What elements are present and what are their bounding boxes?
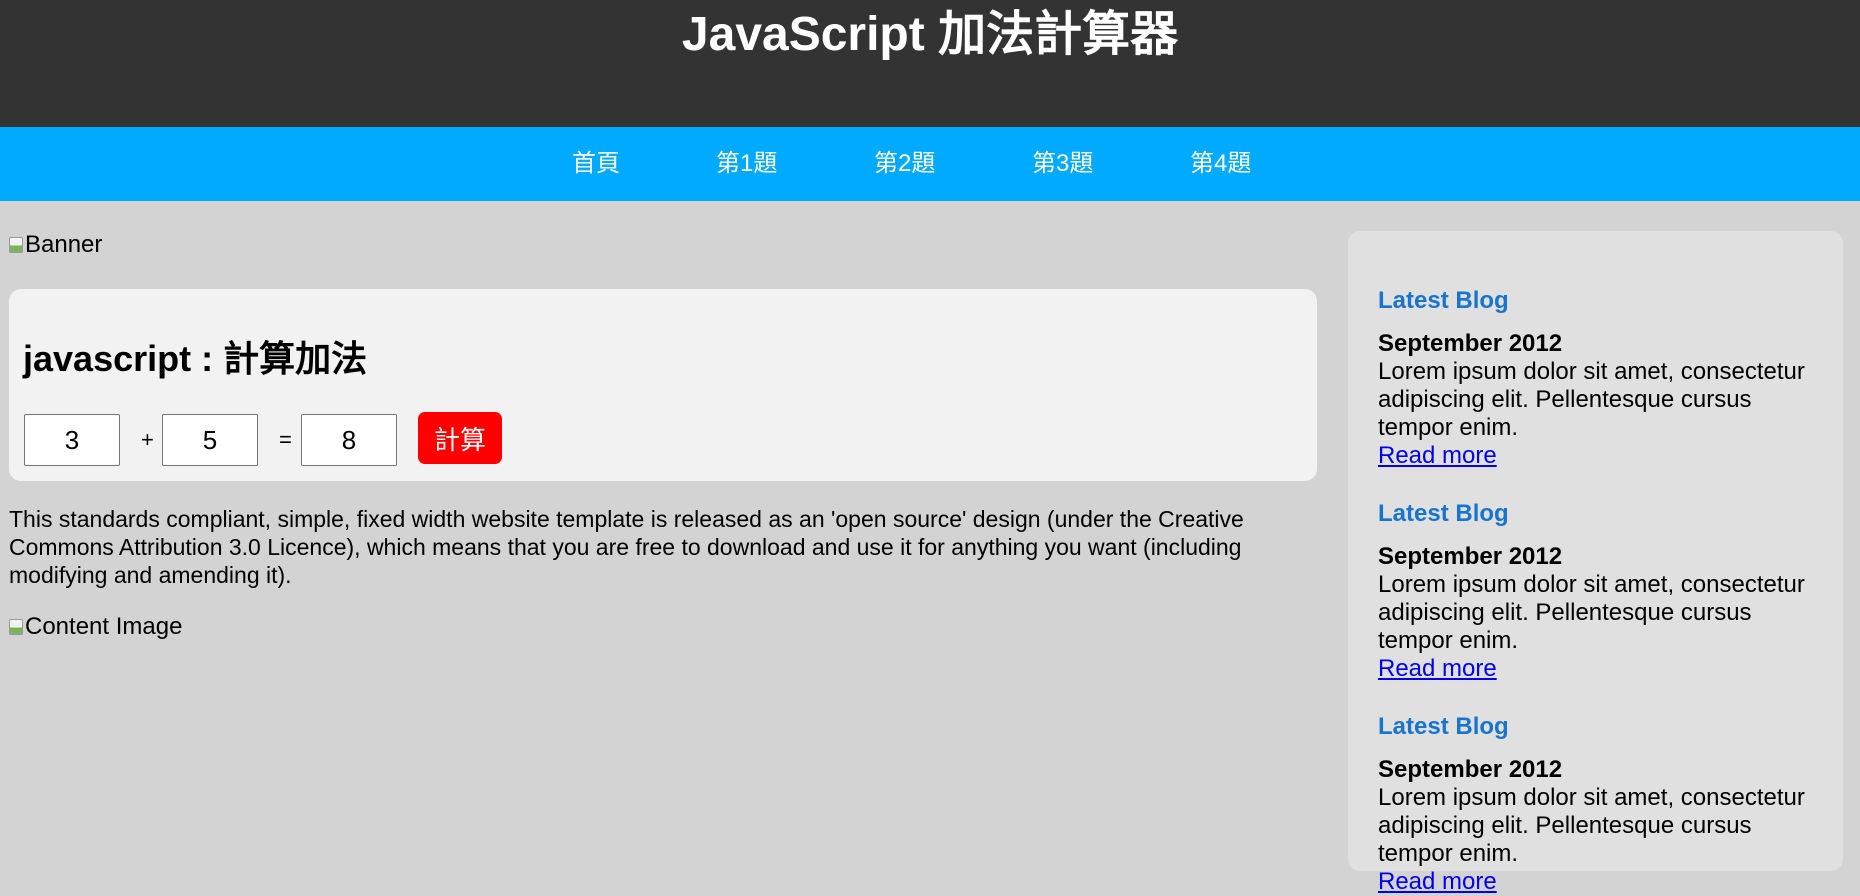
operand-1-input[interactable] (24, 414, 120, 466)
calculate-button[interactable]: 計算 (418, 412, 502, 464)
site-title: JavaScript 加法計算器 (681, 8, 1179, 61)
nav-item-question-1[interactable]: 第1題 (716, 127, 777, 201)
operand-2-input[interactable] (162, 414, 258, 466)
blog-heading: Latest Blog (1378, 713, 1509, 740)
read-more-link[interactable]: Read more (1378, 655, 1497, 683)
blog-entry: Latest Blog September 2012 Lorem ipsum d… (1378, 287, 1828, 470)
equals-sign: = (279, 427, 292, 452)
content-image-alt-text: Content Image (25, 613, 183, 640)
blog-text: Lorem ipsum dolor sit amet, consectetur … (1378, 358, 1805, 441)
plus-sign: + (141, 427, 154, 452)
blog-entry: Latest Blog September 2012 Lorem ipsum d… (1378, 713, 1828, 896)
site-header: JavaScript 加法計算器 (0, 0, 1860, 127)
calculator-panel: javascript : 計算加法 + = 計算 (9, 289, 1317, 481)
calculator-title: javascript : 計算加法 (23, 338, 368, 379)
read-more-link[interactable]: Read more (1378, 442, 1497, 470)
banner-image: Banner (9, 231, 102, 259)
intro-paragraph: This standards compliant, simple, fixed … (9, 506, 1244, 588)
broken-image-icon (9, 619, 23, 635)
nav-item-question-4[interactable]: 第4題 (1190, 127, 1251, 201)
main-nav: 首頁 第1題 第2題 第3題 第4題 (0, 127, 1860, 201)
blog-entry: Latest Blog September 2012 Lorem ipsum d… (1378, 500, 1828, 683)
blog-date: September 2012 (1378, 330, 1563, 357)
blog-date: September 2012 (1378, 543, 1563, 570)
broken-image-icon (9, 237, 23, 253)
nav-item-question-3[interactable]: 第3題 (1032, 127, 1093, 201)
read-more-link[interactable]: Read more (1378, 868, 1497, 896)
content-image: Content Image (9, 613, 182, 641)
blog-heading: Latest Blog (1378, 287, 1509, 314)
result-input[interactable] (301, 414, 397, 466)
blog-text: Lorem ipsum dolor sit amet, consectetur … (1378, 784, 1805, 867)
blog-heading: Latest Blog (1378, 500, 1509, 527)
blog-date: September 2012 (1378, 756, 1563, 783)
nav-item-question-2[interactable]: 第2題 (874, 127, 935, 201)
blog-text: Lorem ipsum dolor sit amet, consectetur … (1378, 571, 1805, 654)
sidebar: Latest Blog September 2012 Lorem ipsum d… (1348, 231, 1843, 895)
nav-item-home[interactable]: 首頁 (572, 127, 620, 201)
banner-alt-text: Banner (25, 231, 103, 258)
